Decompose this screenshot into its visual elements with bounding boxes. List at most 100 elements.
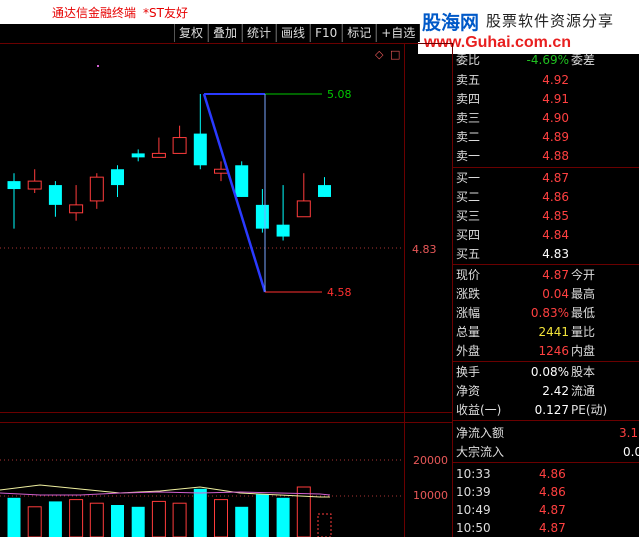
- ask-row-3[interactable]: 卖三 4.90: [453, 109, 639, 127]
- chart-marker-dot: [97, 65, 99, 67]
- candle-body: [48, 185, 62, 205]
- flow-label: 净流入额: [456, 426, 505, 440]
- ask-row-5[interactable]: 卖五 4.92: [453, 71, 639, 89]
- flow-label: 大宗流入: [456, 445, 505, 459]
- tick-row: 10:33 4.86: [453, 465, 639, 483]
- draw-line-button[interactable]: 画线: [276, 24, 311, 42]
- fund-label: 收益(一): [456, 403, 502, 417]
- bid-row-5[interactable]: 买五 4.83: [453, 245, 639, 263]
- candles-group: [7, 94, 331, 241]
- bid-row-4[interactable]: 买四 4.84: [453, 226, 639, 244]
- flow-row-net: 净流入额 3.1: [453, 424, 639, 442]
- stat-value: 0.83%: [530, 306, 569, 320]
- tick-time: 10:49: [456, 503, 491, 517]
- fund-row-earnings: 收益(一) 0.127 PE(动): [453, 401, 639, 419]
- stats-fund-divider: [453, 361, 639, 362]
- kline-chart[interactable]: 5.08 4.58 ◇ □: [0, 43, 404, 413]
- tick-price: 4.86: [539, 485, 566, 499]
- volume-axis-10000: 10000: [413, 489, 448, 502]
- fund-value: 2.42: [542, 384, 569, 398]
- bid-label: 买五: [456, 247, 481, 261]
- bid-row-2[interactable]: 买二 4.86: [453, 188, 639, 206]
- stat-label2: 内盘: [571, 344, 596, 358]
- ask-price: 4.88: [542, 149, 569, 163]
- tick-price: 4.87: [539, 503, 566, 517]
- stat-value: 1246: [538, 344, 569, 358]
- diamond-icon[interactable]: ◇: [375, 48, 384, 61]
- stat-label: 外盘: [456, 344, 481, 358]
- bid-label: 买一: [456, 171, 481, 185]
- commission-ratio-value: -4.69%: [526, 53, 569, 67]
- stat-label2: 最低: [571, 306, 596, 320]
- add-watchlist-button[interactable]: +自选: [376, 24, 421, 42]
- candle-body: [27, 180, 42, 190]
- bid-price: 4.83: [542, 247, 569, 261]
- volume-chart[interactable]: [0, 423, 404, 537]
- overlay-button[interactable]: 叠加: [208, 24, 243, 42]
- candle-body: [318, 185, 331, 197]
- ask-label: 卖一: [456, 149, 481, 163]
- bid-price: 4.85: [542, 209, 569, 223]
- ask-label: 卖二: [456, 130, 481, 144]
- stat-row-outer: 外盘 1246 内盘: [453, 342, 639, 360]
- ask-row-1[interactable]: 卖一 4.88: [453, 147, 639, 165]
- candle-body: [151, 152, 166, 158]
- fund-label2: PE(动): [571, 403, 608, 417]
- ask-label: 卖三: [456, 111, 481, 125]
- volume-bar: [193, 488, 207, 537]
- stat-label: 总量: [456, 325, 481, 339]
- app-title: 通达信金融终端: [52, 6, 137, 20]
- mark-button[interactable]: 标记: [342, 24, 377, 42]
- commission-ratio-label: 委比: [456, 53, 481, 67]
- restore-rights-button[interactable]: 复权: [174, 24, 209, 42]
- volume-bar: [235, 506, 249, 537]
- ask-price: 4.92: [542, 73, 569, 87]
- tick-row: 10:39 4.86: [453, 483, 639, 501]
- fund-row-netasset: 净资 2.42 流通: [453, 382, 639, 400]
- stat-label: 现价: [456, 268, 481, 282]
- candle-body: [89, 176, 104, 202]
- ask-row-2[interactable]: 卖二 4.89: [453, 128, 639, 146]
- volume-bar: [317, 513, 332, 537]
- bid-label: 买三: [456, 209, 481, 223]
- ask-bid-divider: [453, 167, 639, 168]
- f10-button[interactable]: F10: [310, 24, 343, 42]
- candle-body: [235, 165, 249, 197]
- commission-diff-label: 委差: [571, 53, 596, 67]
- tick-time: 10:33: [456, 467, 491, 481]
- tick-price: 4.86: [539, 467, 566, 481]
- fund-label2: 流通: [571, 384, 596, 398]
- bid-row-3[interactable]: 买三 4.85: [453, 207, 639, 225]
- flow-row-block: 大宗流入 0.0: [453, 443, 639, 461]
- volume-bar: [172, 502, 187, 537]
- bid-label: 买二: [456, 190, 481, 204]
- stock-name: *ST友好: [143, 6, 188, 20]
- statistics-button[interactable]: 统计: [242, 24, 277, 42]
- fund-flow-divider: [453, 420, 639, 421]
- candle-body: [69, 204, 84, 214]
- flow-value: 3.1: [619, 426, 639, 440]
- stat-row-volume: 总量 2441 量比: [453, 323, 639, 341]
- stat-row-price: 现价 4.87 今开: [453, 266, 639, 284]
- ask-label: 卖四: [456, 92, 481, 106]
- candle-body: [131, 153, 145, 158]
- fund-label2: 股本: [571, 365, 596, 379]
- candle-body: [172, 137, 187, 154]
- candle-body: [214, 168, 228, 174]
- stat-label: 涨跌: [456, 287, 481, 301]
- stat-value: 2441: [538, 325, 569, 339]
- candle-body: [193, 133, 207, 166]
- window-icon[interactable]: □: [390, 48, 400, 61]
- bid-row-1[interactable]: 买一 4.87: [453, 169, 639, 187]
- ask-price: 4.91: [542, 92, 569, 106]
- fund-label: 换手: [456, 365, 481, 379]
- ask-row-4[interactable]: 卖四 4.91: [453, 90, 639, 108]
- volume-bar: [296, 486, 311, 537]
- flow-tick-divider: [453, 462, 639, 463]
- stat-row-pct: 涨幅 0.83% 最低: [453, 304, 639, 322]
- watermark-slogan: 股票软件资源分享: [486, 12, 615, 30]
- fund-value: 0.127: [534, 403, 569, 417]
- ask-label: 卖五: [456, 73, 481, 87]
- volume-bar: [27, 506, 42, 537]
- volume-bar: [255, 494, 269, 537]
